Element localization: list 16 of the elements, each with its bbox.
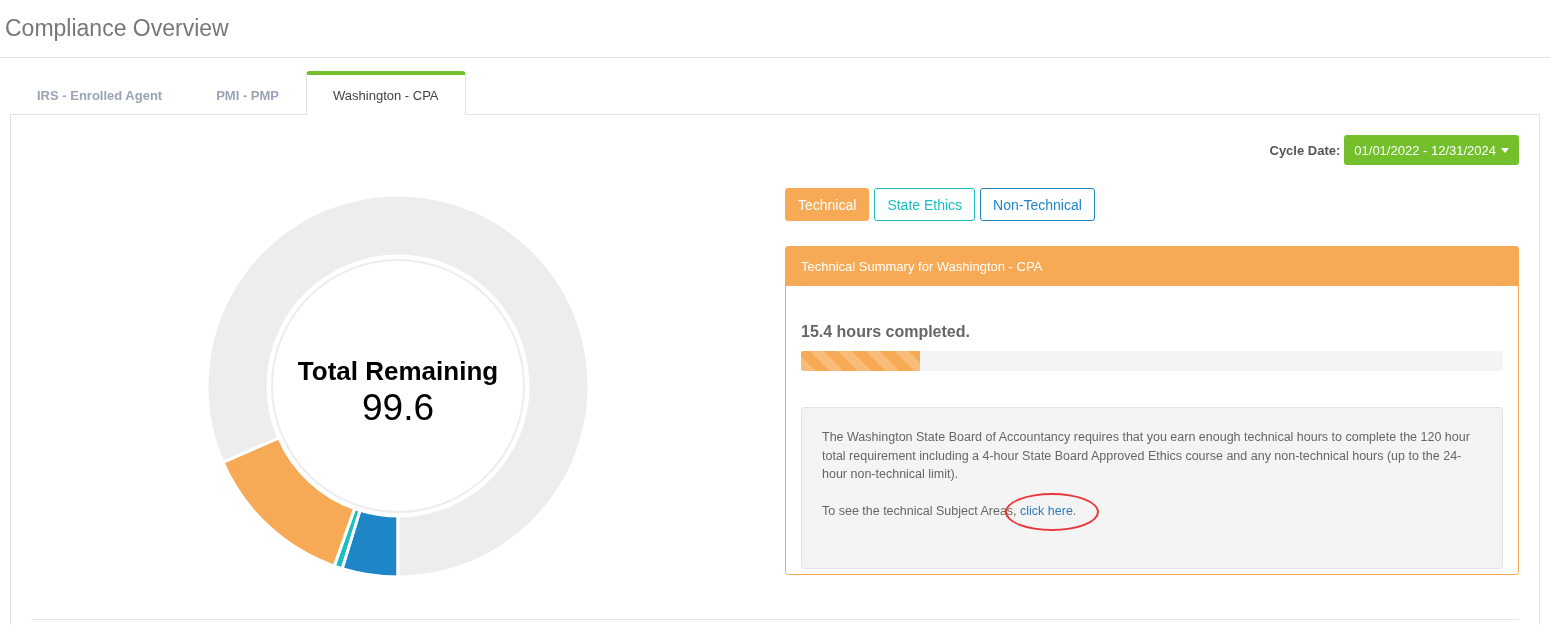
donut-title: Total Remaining [297,356,499,387]
hours-completed: 15.4 hours completed. [801,323,971,341]
category-button[interactable]: State Ethics [874,188,976,221]
cycle-date-dropdown[interactable]: 01/01/2022 - 12/31/2024 [1344,135,1519,165]
click-here-link[interactable]: click here [1020,503,1073,518]
donut-value: 99.6 [362,387,434,429]
tab[interactable]: IRS - Enrolled Agent [10,71,190,115]
requirement-text: The Washington State Board of Accountancy requires that you earn enough technical hours to complete the 120 hour total requirement including a 4-hour State Board Approved Ethics course and any non-technical hours (up to the 24-hour non-technical limit). [822,429,1471,483]
tab[interactable]: PMI - PMP [189,71,307,115]
cycle-date-label: Cycle Date: [1269,142,1341,158]
tab[interactable]: Washington - CPA [306,71,466,115]
caret-icon [1501,147,1509,153]
page-title: Compliance Overview [0,0,1550,58]
summary-header: Technical Summary for Washington - CPA [786,247,1518,286]
category-button[interactable]: Non-Technical [980,188,1095,221]
category-button[interactable]: Technical [785,188,870,221]
